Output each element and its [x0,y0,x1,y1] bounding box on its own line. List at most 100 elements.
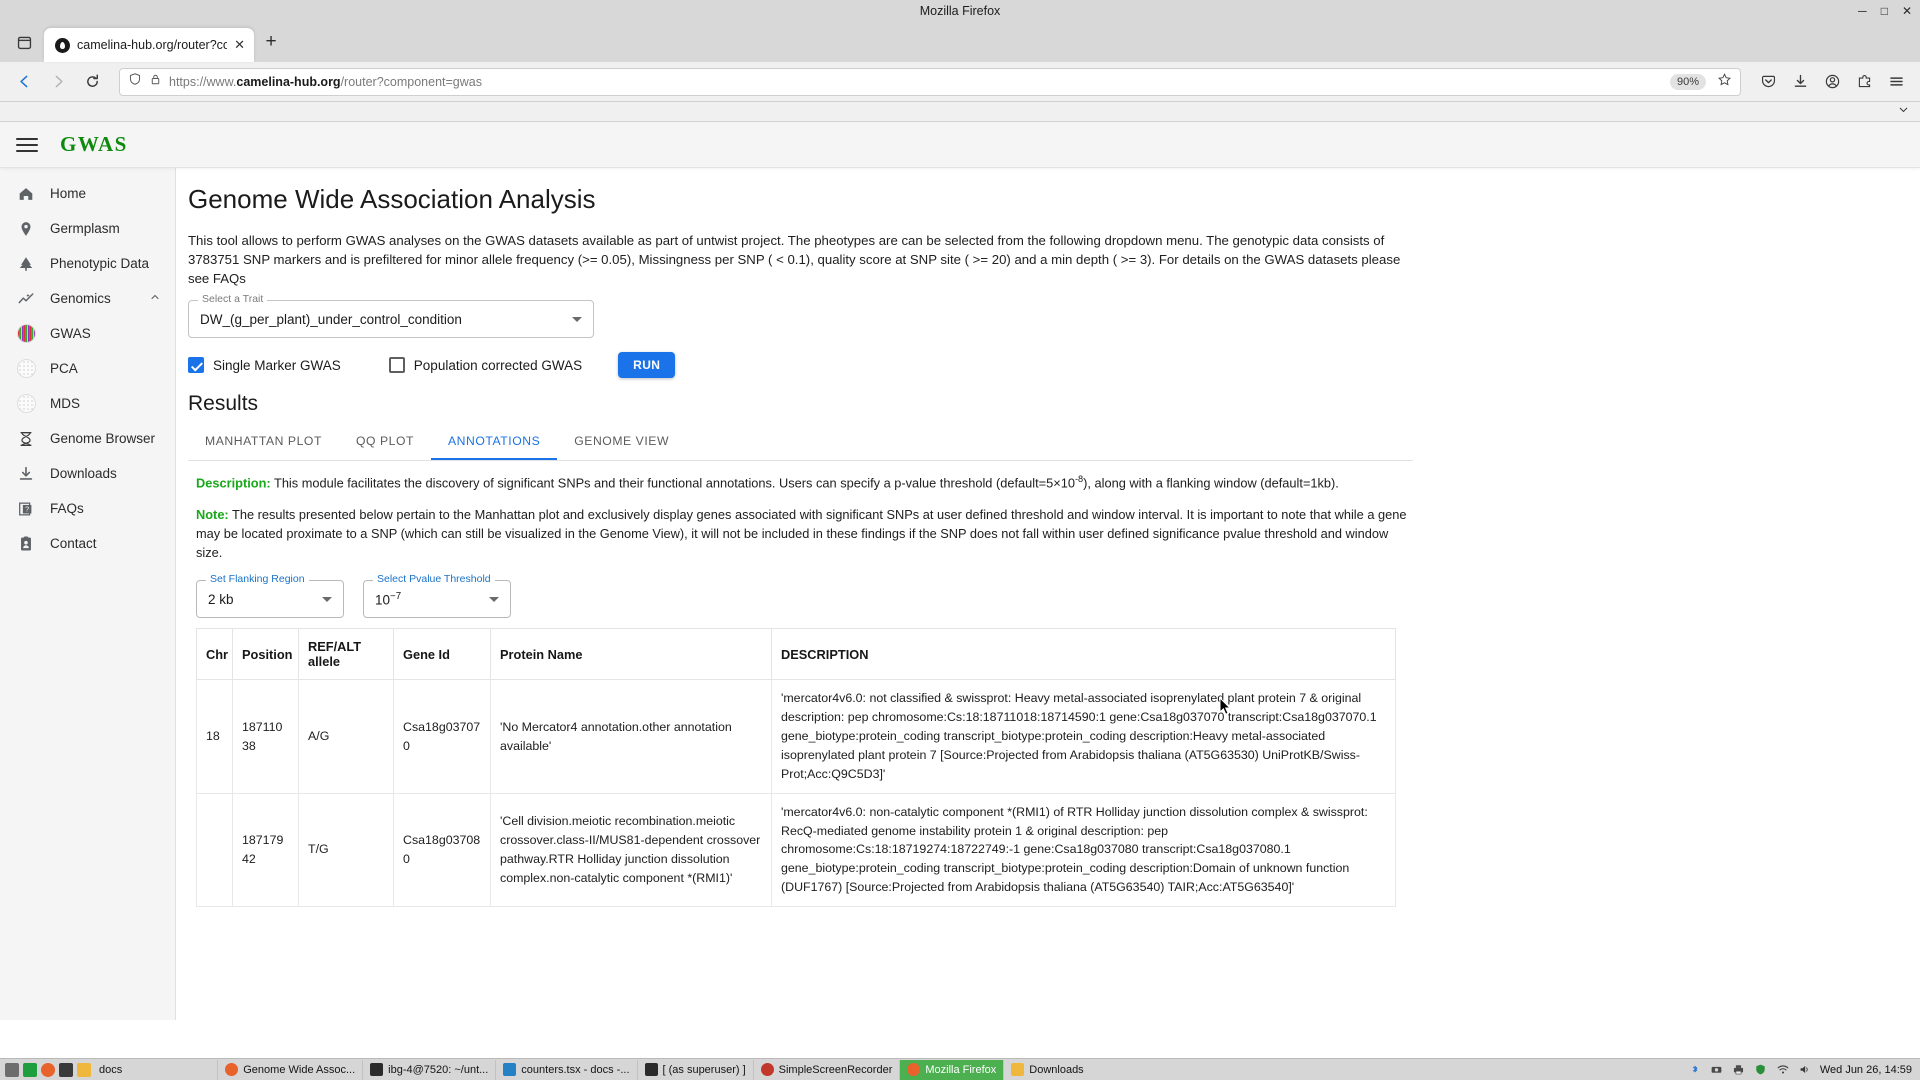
tab-qq-plot[interactable]: QQ PLOT [339,424,431,460]
taskbar-window-label: SimpleScreenRecorder [778,1063,893,1076]
trending-chart-icon [16,289,36,309]
sidebar-item-contact[interactable]: Contact [0,526,175,561]
taskbar-window-terminal-ibg4[interactable]: ibg-4@7520: ~/unt... [362,1059,495,1080]
note-label: Note: [196,506,229,522]
tab-annotations[interactable]: ANNOTATIONS [430,424,558,461]
lock-icon[interactable] [149,73,162,91]
annotation-filters: Set Flanking Region 2 kb Select Pvalue T… [196,574,1920,619]
volume-icon[interactable] [1798,1063,1812,1077]
taskbar-window-simplescreenrecorder[interactable]: SimpleScreenRecorder [752,1059,900,1080]
description-label: Description: [196,475,271,491]
cell-position: 18717942 [232,792,299,907]
sidebar-item-phenotypic-data[interactable]: Phenotypic Data [0,246,175,281]
network-icon[interactable] [1776,1063,1790,1077]
chevron-down-icon[interactable] [572,316,582,322]
taskbar-window-counters-tsx[interactable]: counters.tsx - docs -... [495,1059,636,1080]
pocket-icon[interactable] [1753,67,1783,97]
extensions-icon[interactable] [1849,67,1879,97]
files-icon[interactable] [59,1062,73,1077]
single-marker-gwas-checkbox[interactable]: Single Marker GWAS [188,357,341,374]
sidebar-item-downloads[interactable]: Downloads [0,456,175,491]
chevron-down-icon[interactable] [489,596,499,602]
app-brand: GWAS [60,132,128,156]
trait-select-value: DW_(g_per_plant)_under_control_condition [200,311,462,327]
cell-description: 'mercator4v6.0: non-catalytic component … [771,792,1396,907]
sidebar-item-faqs[interactable]: ? FAQs [0,491,175,526]
bluetooth-icon[interactable] [1688,1063,1702,1077]
sidebar-label: Home [50,186,87,201]
file-manager-icon[interactable] [5,1062,19,1077]
shield-icon[interactable] [1754,1063,1768,1077]
taskbar-window-downloads[interactable]: Downloads [1003,1059,1090,1080]
taskbar-window-superuser[interactable]: [ (as superuser) ] [636,1059,753,1080]
tab-manhattan-plot[interactable]: MANHATTAN PLOT [188,424,339,460]
firefox-icon [907,1063,921,1076]
pvalue-threshold-select[interactable]: Select Pvalue Threshold 10−7 [363,574,511,619]
taskbar-window-label: ibg-4@7520: ~/unt... [388,1063,489,1076]
chevron-down-icon[interactable] [1897,103,1910,121]
run-button[interactable]: RUN [618,352,676,379]
cell-gene-id: Csa18g037070 [393,679,491,794]
zoom-level-badge[interactable]: 90% [1669,73,1706,90]
maximize-button[interactable]: □ [1881,5,1888,17]
sidebar-label: Phenotypic Data [50,256,150,271]
population-corrected-gwas-checkbox[interactable]: Population corrected GWAS [388,357,582,374]
hamburger-menu-icon[interactable] [16,137,38,152]
browser-tab[interactable]: camelina-hub.org/router?co ✕ [44,28,254,62]
plant-leaf-icon [16,254,36,274]
close-button[interactable]: ✕ [1902,5,1912,17]
taskbar-window-gwas[interactable]: Genome Wide Assoc... [217,1059,362,1080]
firefox-icon[interactable] [41,1062,55,1077]
sidebar-item-genome-browser[interactable]: Genome Browser [0,421,175,456]
trait-select[interactable]: Select a Trait DW_(g_per_plant)_under_co… [188,294,594,339]
chevron-up-icon[interactable] [149,291,161,306]
terminal-icon[interactable] [23,1062,37,1077]
sidebar-label: Genome Browser [50,431,156,446]
faq-question-icon: ? [16,499,36,519]
app-menu-icon[interactable] [1881,67,1911,97]
download-icon[interactable] [1785,67,1815,97]
table-row: 18 18711038 A/G Csa18g037070 'No Mercato… [196,679,1396,794]
checkbox-box[interactable] [188,357,204,374]
web-application: GWAS Home Germplasm Phenotypic Data Geno… [0,122,1920,1020]
tab-genome-view[interactable]: GENOME VIEW [557,424,686,460]
sidebar-item-home[interactable]: Home [0,176,175,211]
folder-label[interactable]: docs [99,1064,122,1076]
sidebar-item-gwas[interactable]: GWAS [0,316,175,351]
firefox-view-icon[interactable] [6,25,42,59]
sidebar-item-mds[interactable]: MDS [0,386,175,421]
location-pin-icon [16,219,36,239]
sidebar-item-germplasm[interactable]: Germplasm [0,211,175,246]
recorder-icon [760,1063,774,1076]
shield-icon[interactable] [128,72,142,91]
pca-scatter-thumbnail [16,359,36,379]
checkbox-box[interactable] [388,357,405,374]
folder-icon[interactable] [77,1062,91,1077]
address-bar[interactable]: https://www.camelina-hub.org/router?comp… [119,67,1741,96]
account-icon[interactable] [1817,67,1847,97]
sidebar-item-pca[interactable]: PCA [0,351,175,386]
mouse-cursor [1219,697,1232,715]
svg-text:?: ? [25,504,29,513]
browser-titlebar: Mozilla Firefox ─ □ ✕ [0,0,1920,22]
taskbar-window-label: [ (as superuser) ] [662,1063,746,1076]
close-icon[interactable]: ✕ [234,37,245,53]
sidebar-label: MDS [50,396,80,411]
back-arrow-icon[interactable] [9,67,39,97]
camera-icon[interactable] [1710,1063,1724,1077]
url-text: https://www.camelina-hub.org/router?comp… [169,74,482,89]
sidebar-item-genomics[interactable]: Genomics [0,281,175,316]
column-header-gene-id: Gene Id [393,628,491,681]
cell-chr [196,792,233,907]
new-tab-button[interactable]: + [256,26,286,58]
forward-arrow-icon[interactable] [43,67,73,97]
cell-position: 18711038 [232,679,299,794]
minimize-button[interactable]: ─ [1858,5,1867,17]
chevron-down-icon[interactable] [322,596,332,602]
flanking-region-select[interactable]: Set Flanking Region 2 kb [196,574,344,619]
printer-icon[interactable] [1732,1063,1746,1077]
taskbar-window-firefox[interactable]: Mozilla Firefox [899,1059,1004,1080]
star-icon[interactable] [1717,72,1732,92]
reload-icon[interactable] [77,67,107,97]
sidebar-navigation: Home Germplasm Phenotypic Data Genomics … [0,168,176,1020]
